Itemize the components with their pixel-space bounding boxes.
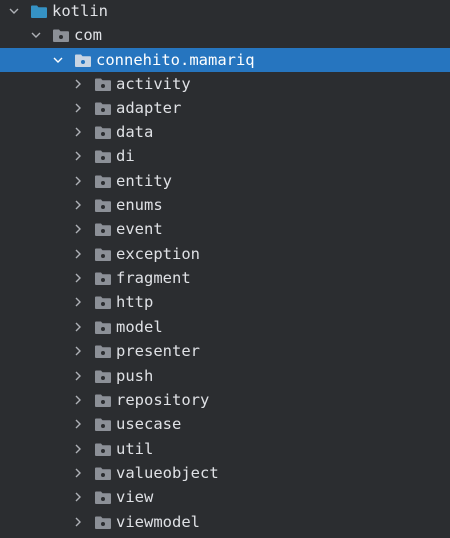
- package-folder-icon: [94, 174, 112, 189]
- tree-node-label: com: [74, 26, 102, 44]
- chevron-right-icon[interactable]: [72, 78, 84, 90]
- tree-node-package[interactable]: viewmodel: [0, 510, 450, 534]
- tree-node-label: presenter: [116, 342, 200, 360]
- package-folder-icon: [94, 198, 112, 213]
- tree-node-package[interactable]: data: [0, 120, 450, 144]
- tree-node-label: valueobject: [116, 464, 219, 482]
- chevron-down-icon[interactable]: [52, 54, 64, 66]
- tree-node-label: data: [116, 123, 154, 141]
- tree-node-package[interactable]: usecase: [0, 412, 450, 436]
- tree-node-package[interactable]: util: [0, 437, 450, 461]
- package-folder-icon: [94, 369, 112, 384]
- tree-node-com[interactable]: com: [0, 23, 450, 47]
- package-folder-icon: [94, 490, 112, 505]
- chevron-right-icon[interactable]: [72, 175, 84, 187]
- chevron-right-icon[interactable]: [72, 467, 84, 479]
- tree-node-package[interactable]: activity: [0, 72, 450, 96]
- tree-node-package[interactable]: event: [0, 217, 450, 241]
- tree-node-package[interactable]: presenter: [0, 339, 450, 363]
- chevron-right-icon[interactable]: [72, 443, 84, 455]
- project-tree: kotlin com connehito.mamariq activity ad…: [0, 0, 450, 538]
- package-folder-icon: [94, 442, 112, 457]
- tree-node-package[interactable]: adapter: [0, 96, 450, 120]
- chevron-right-icon[interactable]: [72, 394, 84, 406]
- package-folder-icon: [94, 320, 112, 335]
- package-folder-icon: [94, 222, 112, 237]
- chevron-right-icon[interactable]: [72, 199, 84, 211]
- package-folder-icon: [94, 295, 112, 310]
- source-root-folder-icon: [30, 4, 48, 19]
- tree-node-package[interactable]: di: [0, 144, 450, 168]
- chevron-right-icon[interactable]: [72, 102, 84, 114]
- package-folder-icon: [94, 149, 112, 164]
- tree-node-label: push: [116, 367, 154, 385]
- tree-node-connehito-mamariq[interactable]: connehito.mamariq: [0, 48, 450, 72]
- tree-node-package[interactable]: http: [0, 290, 450, 314]
- tree-node-label: connehito.mamariq: [96, 51, 255, 69]
- tree-node-label: fragment: [116, 269, 191, 287]
- package-folder-icon: [94, 77, 112, 92]
- tree-node-package[interactable]: enums: [0, 193, 450, 217]
- package-folder-icon: [94, 271, 112, 286]
- chevron-right-icon[interactable]: [72, 296, 84, 308]
- chevron-right-icon[interactable]: [72, 150, 84, 162]
- chevron-right-icon[interactable]: [72, 223, 84, 235]
- chevron-down-icon[interactable]: [30, 29, 42, 41]
- chevron-right-icon[interactable]: [72, 248, 84, 260]
- tree-node-label: di: [116, 147, 135, 165]
- chevron-right-icon[interactable]: [72, 491, 84, 503]
- chevron-right-icon[interactable]: [72, 418, 84, 430]
- tree-node-package[interactable]: entity: [0, 169, 450, 193]
- tree-node-label: view: [116, 488, 154, 506]
- tree-node-label: util: [116, 440, 154, 458]
- tree-node-label: exception: [116, 245, 200, 263]
- tree-node-package[interactable]: push: [0, 364, 450, 388]
- chevron-right-icon[interactable]: [72, 370, 84, 382]
- package-folder-icon: [94, 247, 112, 262]
- package-folder-icon: [94, 101, 112, 116]
- package-folder-icon: [94, 125, 112, 140]
- chevron-right-icon[interactable]: [72, 126, 84, 138]
- tree-node-label: usecase: [116, 415, 182, 433]
- tree-node-package[interactable]: repository: [0, 388, 450, 412]
- tree-node-label: repository: [116, 391, 210, 409]
- package-folder-icon: [94, 393, 112, 408]
- tree-node-label: model: [116, 318, 163, 336]
- tree-node-package[interactable]: model: [0, 315, 450, 339]
- tree-node-label: viewmodel: [116, 513, 200, 531]
- tree-node-label: entity: [116, 172, 172, 190]
- package-folder-icon: [94, 344, 112, 359]
- package-folder-icon: [94, 466, 112, 481]
- chevron-right-icon[interactable]: [72, 516, 84, 528]
- chevron-right-icon[interactable]: [72, 321, 84, 333]
- tree-node-label: adapter: [116, 99, 182, 117]
- package-folder-icon: [94, 515, 112, 530]
- tree-node-package[interactable]: exception: [0, 242, 450, 266]
- chevron-right-icon[interactable]: [72, 272, 84, 284]
- tree-node-label: http: [116, 293, 154, 311]
- tree-node-label: kotlin: [52, 2, 108, 20]
- package-folder-icon: [74, 53, 92, 68]
- tree-node-package[interactable]: view: [0, 485, 450, 509]
- package-folder-icon: [52, 28, 70, 43]
- tree-node-package[interactable]: fragment: [0, 266, 450, 290]
- tree-node-label: enums: [116, 196, 163, 214]
- tree-node-kotlin[interactable]: kotlin: [0, 0, 450, 23]
- tree-node-label: activity: [116, 75, 191, 93]
- chevron-right-icon[interactable]: [72, 345, 84, 357]
- chevron-down-icon[interactable]: [8, 5, 20, 17]
- tree-node-package[interactable]: valueobject: [0, 461, 450, 485]
- tree-node-label: event: [116, 220, 163, 238]
- package-folder-icon: [94, 417, 112, 432]
